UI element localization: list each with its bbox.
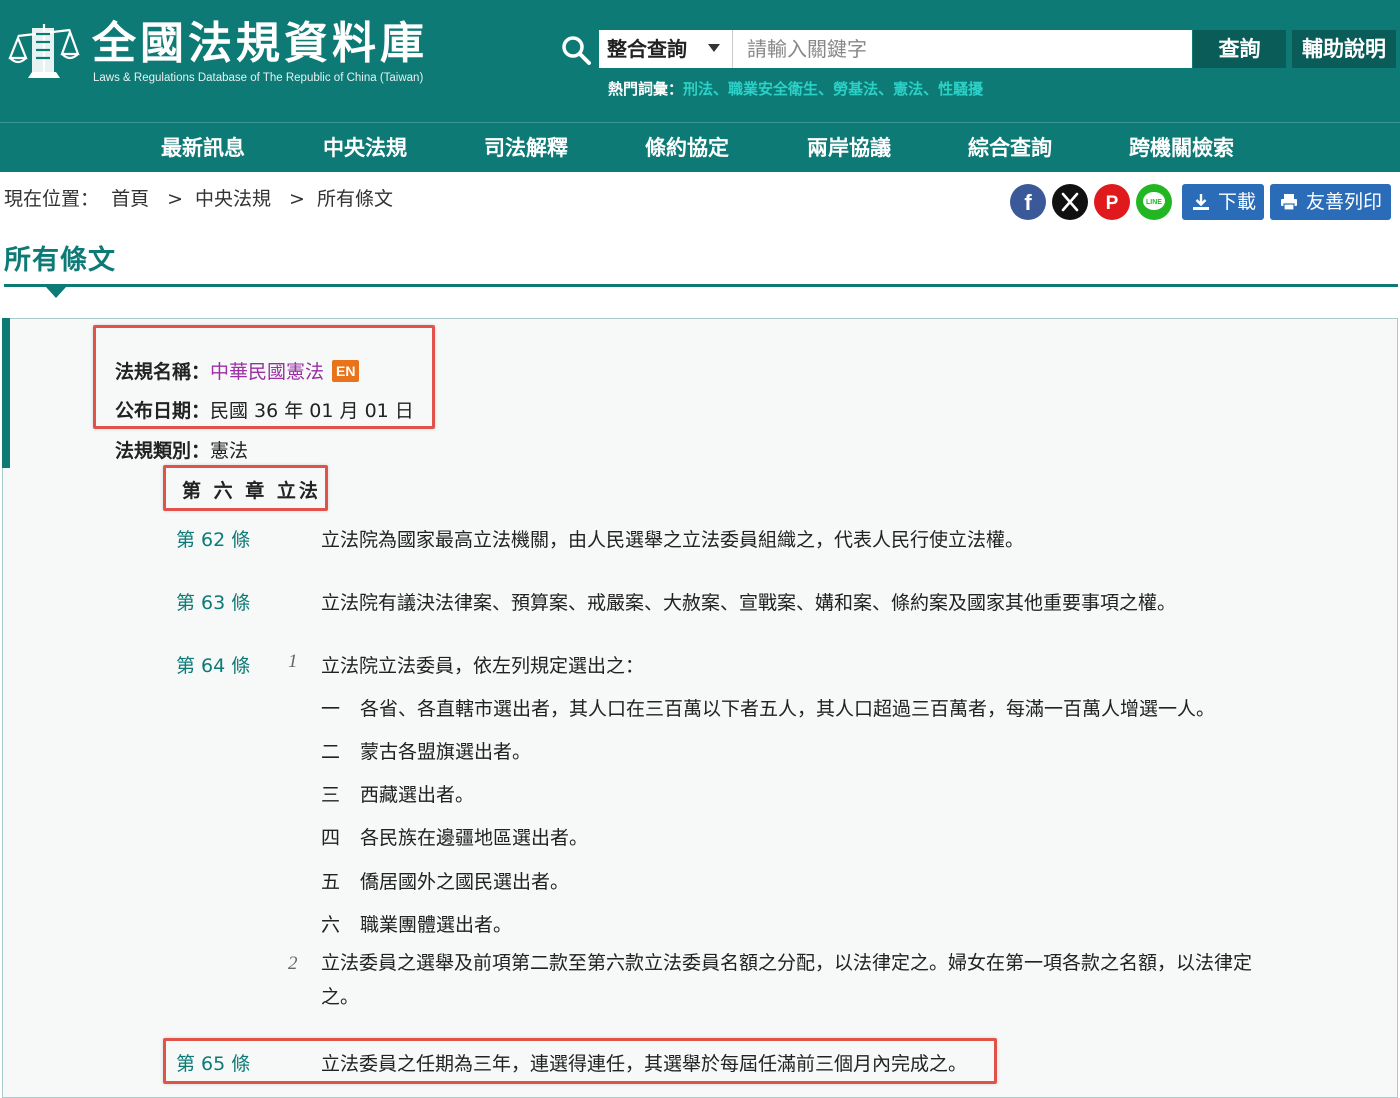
breadcrumb-separator: > (167, 188, 183, 210)
hot-term-link[interactable]: 勞基法 (833, 80, 878, 98)
help-button[interactable]: 輔助說明 (1292, 30, 1396, 68)
breadcrumb-separator: > (289, 188, 305, 210)
title-divider (4, 284, 1398, 287)
plurk-icon[interactable]: P (1094, 184, 1130, 220)
item-number: 二 (321, 741, 341, 763)
nav-item-latest-news[interactable]: 最新訊息 (161, 124, 245, 172)
page-title: 所有條文 (4, 245, 116, 276)
nav-item-judicial-interpretations[interactable]: 司法解釋 (484, 124, 568, 172)
title-pointer-icon (46, 287, 66, 298)
search-input[interactable] (733, 30, 1192, 68)
item-text: 西藏選出者。 (360, 784, 475, 806)
svg-text:LINE: LINE (1146, 199, 1162, 206)
line-icon[interactable]: LINE (1136, 184, 1172, 220)
panel-accent-bar (2, 318, 10, 468)
search-scope-select[interactable]: 整合查詢 (599, 30, 733, 68)
breadcrumb-label: 現在位置： (4, 188, 100, 210)
item-number: 四 (321, 827, 341, 849)
paragraph-number: 2 (288, 953, 298, 974)
law-category-row: 法規類別：憲法 (115, 436, 248, 463)
item-text: 職業團體選出者。 (360, 914, 513, 936)
chevron-down-icon (708, 44, 720, 52)
nav-item-treaties[interactable]: 條約協定 (645, 124, 729, 172)
hot-term-link[interactable]: 刑法 (683, 80, 713, 98)
download-icon (1193, 194, 1209, 210)
main-nav: 最新訊息 中央法規 司法解釋 條約協定 兩岸協議 綜合查詢 跨機關檢索 (0, 124, 1400, 172)
breadcrumb-current: 所有條文 (316, 188, 393, 210)
item-number: 三 (321, 784, 341, 806)
print-button[interactable]: 友善列印 (1270, 184, 1391, 220)
article-number-62[interactable]: 第 62 條 (176, 525, 250, 552)
breadcrumb-home[interactable]: 首頁 (111, 188, 149, 210)
breadcrumb-central-regulations[interactable]: 中央法規 (195, 188, 271, 210)
article-text-64-paragraph-2: 立法委員之選舉及前項第二款至第六款立法委員名額之分配，以法律定之。婦女在第一項各… (321, 952, 1253, 1008)
paragraph-number: 1 (288, 651, 298, 672)
scales-of-justice-logo-icon[interactable] (6, 18, 82, 84)
download-label: 下載 (1218, 191, 1257, 213)
law-category-label: 法規類別： (115, 440, 211, 462)
svg-text:P: P (1106, 193, 1119, 214)
nav-item-comprehensive-search[interactable]: 綜合查詢 (968, 124, 1052, 172)
hot-term-link[interactable]: 職業安全衛生 (728, 80, 818, 98)
item-text: 各省、各直轄市選出者，其人口在三百萬以下者五人，其人口超過三百萬者，每滿一百萬人… (360, 698, 1216, 720)
download-button[interactable]: 下載 (1182, 184, 1264, 220)
site-title[interactable]: 全國法規資料庫 (92, 18, 428, 70)
search-scope-value: 整合查詢 (607, 37, 687, 61)
site-subtitle: Laws & Regulations Database of The Repub… (93, 72, 424, 84)
item-text: 僑居國外之國民選出者。 (360, 871, 570, 893)
header-divider (0, 122, 1400, 123)
item-number: 一 (321, 698, 341, 720)
nav-item-cross-agency-search[interactable]: 跨機關檢索 (1129, 124, 1234, 172)
item-number: 六 (321, 914, 341, 936)
highlight-box-law-info (93, 325, 435, 429)
hot-terms: 熱門詞彙：刑法、職業安全衛生、勞基法、憲法、性騷擾 (608, 80, 984, 98)
nav-item-central-regulations[interactable]: 中央法規 (323, 124, 407, 172)
print-label: 友善列印 (1306, 191, 1383, 213)
article-number-63[interactable]: 第 63 條 (176, 588, 250, 615)
article-text-64-paragraph-1: 立法院立法委員，依左列規定選出之： (321, 655, 645, 677)
item-text: 各民族在邊疆地區選出者。 (360, 827, 589, 849)
hot-term-link[interactable]: 憲法 (893, 80, 923, 98)
highlight-box-chapter (163, 465, 328, 511)
highlight-box-article-65 (163, 1038, 997, 1084)
svg-text:f: f (1024, 190, 1032, 215)
nav-item-cross-strait-agreements[interactable]: 兩岸協議 (807, 124, 891, 172)
breadcrumb: 現在位置： 首頁 > 中央法規 > 所有條文 (4, 184, 399, 211)
hot-terms-label: 熱門詞彙： (608, 80, 684, 98)
printer-icon (1281, 194, 1297, 211)
hot-term-link[interactable]: 性騷擾 (938, 80, 983, 98)
item-text: 蒙古各盟旗選出者。 (360, 741, 532, 763)
x-icon[interactable] (1052, 184, 1088, 220)
search-icon (562, 36, 591, 65)
site-header: 全國法規資料庫 Laws & Regulations Database of T… (0, 0, 1400, 172)
item-number: 五 (321, 871, 341, 893)
law-category-value: 憲法 (210, 440, 249, 462)
article-number-64[interactable]: 第 64 條 (176, 651, 250, 678)
article-text-63: 立法院有議決法律案、預算案、戒嚴案、大赦案、宣戰案、媾和案、條約案及國家其他重要… (321, 592, 1177, 614)
facebook-icon[interactable]: f (1010, 184, 1046, 220)
article-text-62: 立法院為國家最高立法機關，由人民選舉之立法委員組織之，代表人民行使立法權。 (321, 529, 1025, 551)
search-button[interactable]: 查詢 (1193, 30, 1286, 68)
